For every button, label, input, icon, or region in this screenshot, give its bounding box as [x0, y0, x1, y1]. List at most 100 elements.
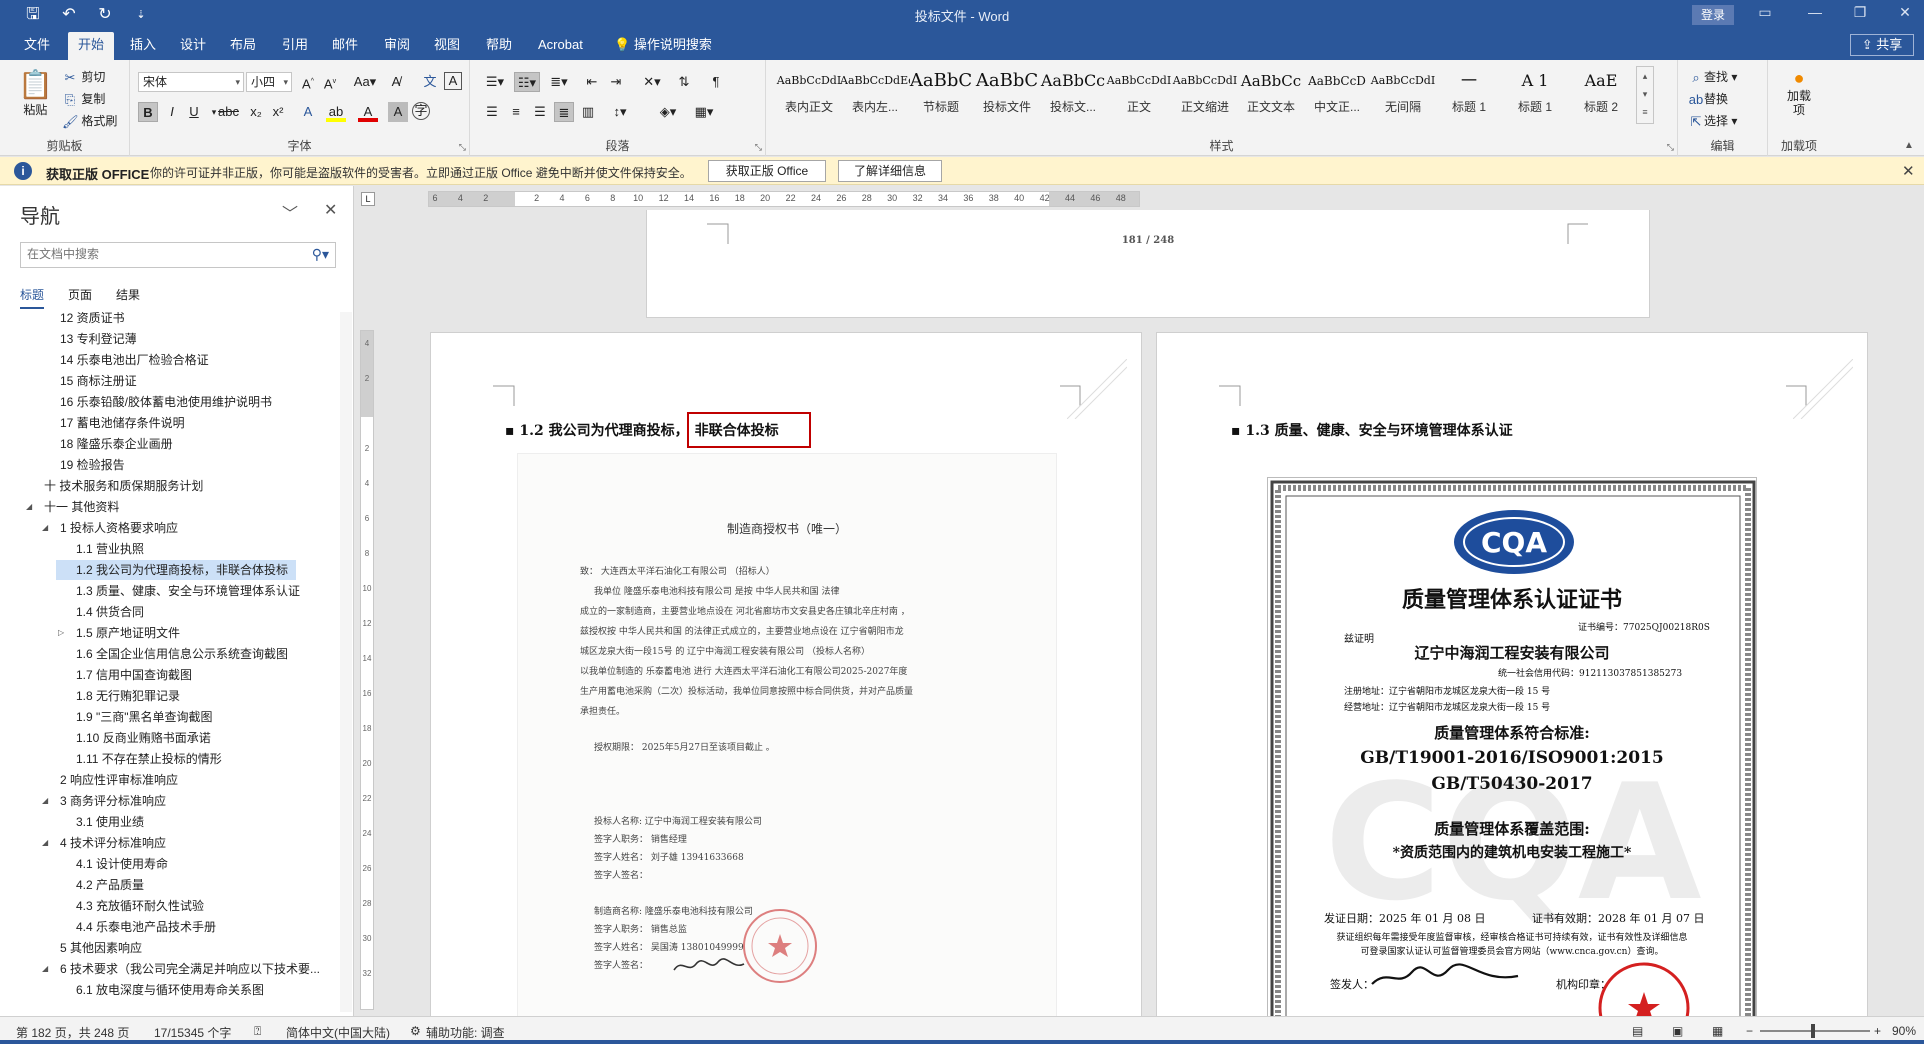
nav-heading-item[interactable]: 19 检验报告: [40, 455, 133, 475]
superscript-button[interactable]: x²: [268, 102, 288, 122]
ribbon-display-options-icon[interactable]: ▭: [1750, 4, 1780, 21]
nav-heading-item[interactable]: 12 资质证书: [40, 312, 133, 328]
style-item[interactable]: AaBbCcDdI 正文缩进: [1170, 64, 1240, 120]
tab-file[interactable]: 文件: [14, 30, 60, 60]
nav-heading-item[interactable]: 1.4 供货合同: [56, 602, 152, 622]
show-marks-icon[interactable]: ¶: [706, 72, 726, 92]
multilevel-list-icon[interactable]: ≣▾: [546, 72, 572, 92]
enclose-characters-icon[interactable]: 字: [412, 102, 430, 120]
zoom-slider[interactable]: [1760, 1024, 1870, 1038]
nav-heading-item[interactable]: 5 其他因素响应: [40, 938, 150, 958]
nav-heading-item[interactable]: 1.3 质量、健康、安全与环境管理体系认证: [56, 581, 308, 601]
nav-heading-item[interactable]: 1.6 全国企业信用信息公示系统查询截图: [56, 644, 296, 664]
font-color-icon[interactable]: A: [358, 102, 378, 122]
search-icon[interactable]: ⚲▾: [312, 246, 329, 263]
minimize-button[interactable]: —: [1800, 4, 1830, 20]
nav-heading-item[interactable]: 4.3 充放循环耐久性试验: [56, 896, 212, 916]
style-item[interactable]: A 1 标题 1: [1500, 64, 1570, 120]
nav-heading-item[interactable]: 1.10 反商业贿赂书面承诺: [56, 728, 219, 748]
font-name-combo[interactable]: 宋体 ▾: [138, 72, 244, 92]
bold-button[interactable]: B: [138, 102, 158, 122]
style-item[interactable]: AaBbCc 正文文本: [1236, 64, 1306, 120]
copy-button[interactable]: ⎘ 复制: [62, 90, 106, 108]
learn-more-button[interactable]: 了解详细信息: [838, 160, 942, 182]
collapse-icon[interactable]: ◢: [42, 833, 48, 853]
nav-heading-item[interactable]: 4.4 乐泰电池产品技术手册: [56, 917, 224, 937]
zoom-slider-thumb[interactable]: [1810, 1024, 1815, 1038]
styles-dialog-launcher-icon[interactable]: ⤡: [1667, 142, 1674, 153]
nav-heading-item[interactable]: 6.1 放电深度与循环使用寿命关系图: [56, 980, 272, 1000]
increase-indent-icon[interactable]: ⇥: [606, 72, 626, 92]
nav-heading-item[interactable]: 1.8 无行贿犯罪记录: [56, 686, 188, 706]
nav-heading-item[interactable]: 15 商标注册证: [40, 371, 145, 391]
nav-heading-item[interactable]: ◢ 4 技术评分标准响应: [40, 833, 174, 853]
underline-button[interactable]: U: [184, 102, 204, 122]
align-left-icon[interactable]: ☰: [482, 102, 502, 122]
vertical-ruler[interactable]: 4 2 2 4 6 8 10 12 14 16 18 20 22 24 26 28 30 32: [360, 330, 374, 1010]
expand-icon[interactable]: ▷: [58, 623, 64, 643]
tab-home[interactable]: 开始: [68, 32, 115, 60]
tab-selector[interactable]: L: [361, 192, 375, 206]
collapse-icon[interactable]: ◢: [42, 959, 48, 979]
status-page[interactable]: 第 182 页，共 248 页: [16, 1024, 129, 1041]
nav-heading-item[interactable]: 1.1 营业执照: [56, 539, 152, 559]
paragraph-dialog-launcher-icon[interactable]: ⤡: [755, 142, 762, 153]
cut-button[interactable]: ✂ 剪切: [62, 68, 106, 86]
tab-insert[interactable]: 插入: [120, 30, 166, 60]
nav-heading-item[interactable]: ▷ 1.5 原产地证明文件: [56, 623, 188, 643]
login-button[interactable]: 登录: [1692, 5, 1734, 25]
tab-mailings[interactable]: 邮件: [322, 30, 368, 60]
nav-heading-item[interactable]: 1.2 我公司为代理商投标，非联合体投标: [56, 560, 297, 580]
change-case-icon[interactable]: Aa▾: [350, 72, 380, 92]
style-item[interactable]: AaBbCcDdEe 表内左...: [840, 64, 910, 120]
nav-heading-item[interactable]: 3.1 使用业绩: [56, 812, 152, 832]
style-item[interactable]: AaBbCcD 中文正...: [1302, 64, 1372, 120]
highlight-icon[interactable]: ab: [326, 102, 346, 122]
grow-font-icon[interactable]: A^: [298, 72, 318, 92]
style-item[interactable]: AaBbC 投标文件: [972, 64, 1042, 120]
italic-button[interactable]: I: [162, 102, 182, 122]
close-icon[interactable]: ✕: [324, 200, 337, 220]
shading-icon[interactable]: ◈▾: [654, 102, 682, 122]
tab-design[interactable]: 设计: [170, 30, 216, 60]
web-layout-icon[interactable]: ▦: [1712, 1024, 1723, 1038]
tab-layout[interactable]: 布局: [220, 30, 266, 60]
page-left[interactable]: ▪ 1.2 我公司为代理商投标， 非联合体投标 制造商授权书（唯一） 致： 大连西…: [430, 332, 1142, 1016]
get-genuine-office-button[interactable]: 获取正版 Office: [708, 160, 826, 182]
restore-button[interactable]: ❐: [1845, 4, 1875, 21]
page-previous[interactable]: 181 / 248: [646, 210, 1650, 318]
addins-button[interactable]: ● 加载项: [1778, 68, 1820, 117]
style-item[interactable]: AaBbCc 投标文...: [1038, 64, 1108, 120]
nav-tab-headings[interactable]: 标题: [20, 286, 45, 309]
character-shading-icon[interactable]: A: [388, 102, 408, 122]
nav-heading-item[interactable]: 17 蓄电池储存条件说明: [40, 413, 193, 433]
tab-review[interactable]: 审阅: [374, 30, 420, 60]
subscript-button[interactable]: x₂: [246, 102, 266, 122]
close-icon[interactable]: ✕: [1902, 162, 1915, 180]
collapse-icon[interactable]: ◢: [26, 497, 32, 517]
nav-heading-item[interactable]: 13 专利登记薄: [40, 329, 145, 349]
chinese-layout-icon[interactable]: ✕▾: [638, 72, 666, 92]
style-item[interactable]: AaE 标题 2: [1566, 64, 1636, 120]
text-effects-icon[interactable]: A: [298, 102, 318, 122]
nav-heading-item[interactable]: 4.2 产品质量: [56, 875, 152, 895]
strikethrough-button[interactable]: abc: [218, 102, 239, 122]
paste-button[interactable]: 📋 粘贴: [18, 68, 53, 118]
nav-scrollbar[interactable]: [340, 312, 352, 1012]
align-center-icon[interactable]: ≡: [506, 102, 526, 122]
nav-tab-pages[interactable]: 页面: [68, 286, 92, 309]
styles-scroll[interactable]: ▴ ▾ ≡: [1636, 66, 1654, 124]
sort-icon[interactable]: ⇅: [674, 72, 694, 92]
tab-help[interactable]: 帮助: [476, 30, 522, 60]
nav-heading-item[interactable]: 1.9 "三商"黑名单查询截图: [56, 707, 221, 727]
nav-heading-item[interactable]: 18 隆盛乐泰企业画册: [40, 434, 181, 454]
style-item[interactable]: AaBbCcDdI 表内正文: [774, 64, 844, 120]
style-item[interactable]: AaBbC 节标题: [906, 64, 976, 120]
page-right[interactable]: ▪ 1.3 质量、健康、安全与环境管理体系认证 CQA CQA 质量管理体系认证…: [1156, 332, 1868, 1016]
document-area[interactable]: 181 / 248 ▪ 1.2 我公司为代理商投标， 非联合体投标 制造商授权书（…: [380, 210, 1924, 1016]
nav-tab-results[interactable]: 结果: [116, 286, 140, 309]
nav-search-input[interactable]: [27, 247, 287, 261]
font-dialog-launcher-icon[interactable]: ⤡: [459, 142, 466, 153]
nav-heading-item[interactable]: ◢ 6 技术要求（我公司完全满足并响应以下技术要...: [40, 959, 328, 979]
distributed-icon[interactable]: ▥: [578, 102, 598, 122]
